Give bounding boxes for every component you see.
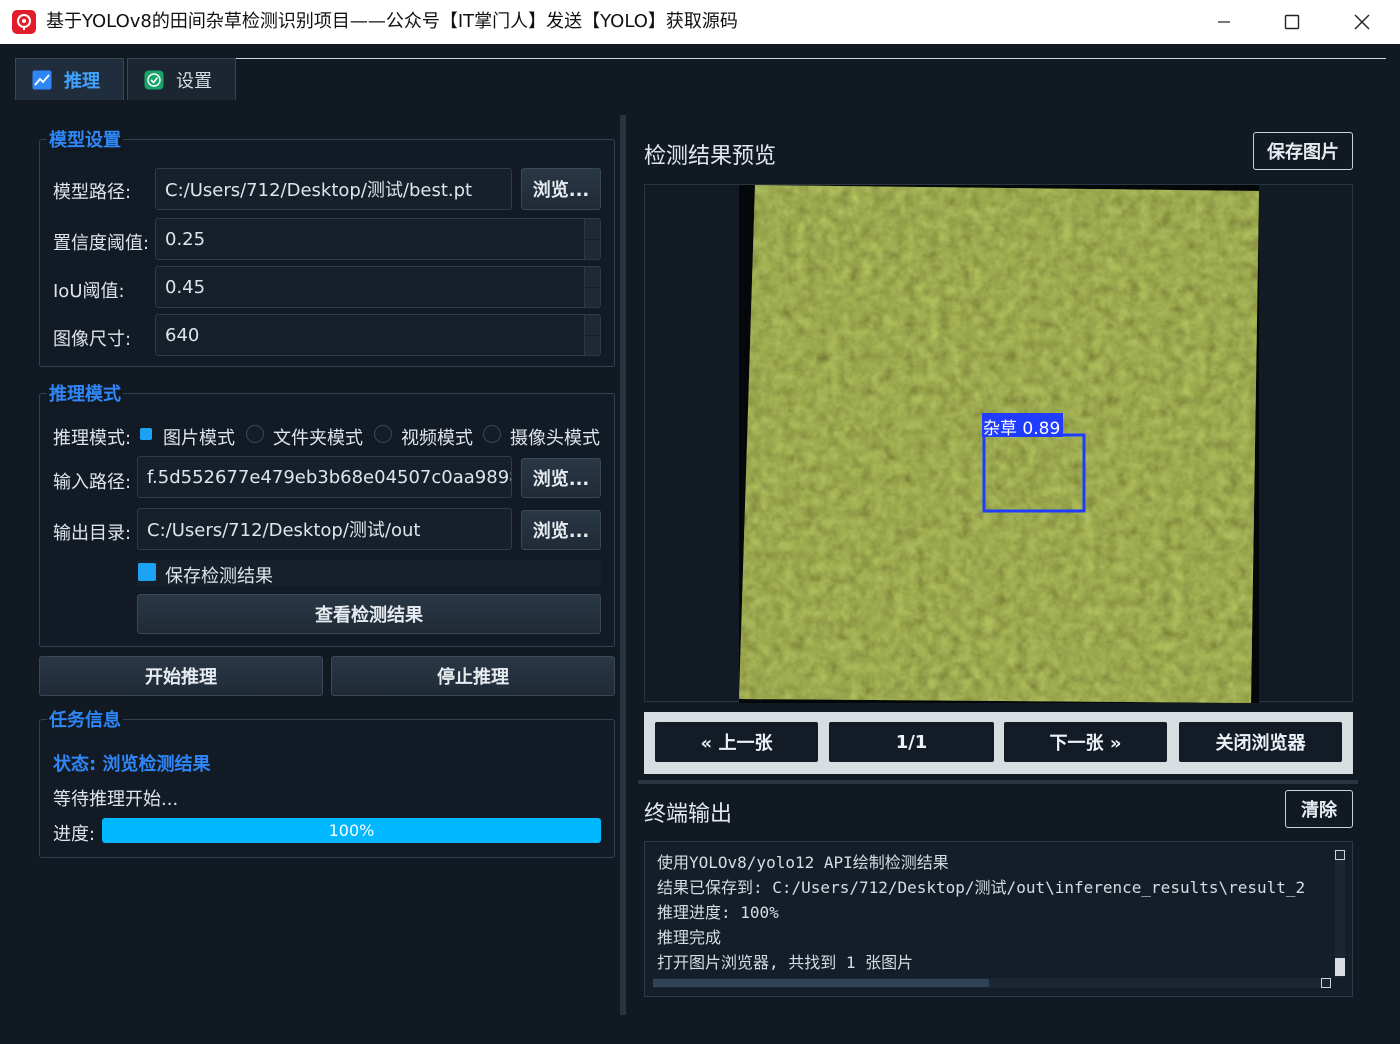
maximize-icon[interactable] (1258, 0, 1326, 44)
check-icon (144, 70, 164, 90)
progress-label: 进度: (53, 824, 96, 845)
radio-folder-mode-label[interactable]: 文件夹模式 (273, 424, 363, 450)
terminal-line: 打开图片浏览器, 共找到 1 张图片 (657, 953, 914, 972)
spin-up-button[interactable] (584, 315, 600, 335)
radio-video-mode[interactable] (374, 425, 392, 443)
close-icon[interactable] (1328, 0, 1396, 44)
stop-inference-button[interactable]: 停止推理 (331, 656, 615, 696)
image-size-label: 图像尺寸: (53, 329, 132, 350)
input-browse-button[interactable]: 浏览... (521, 458, 601, 498)
next-image-button[interactable]: 下一张 » (1004, 722, 1167, 762)
tab-divider (236, 58, 1386, 59)
progress-text: 100% (328, 821, 375, 840)
image-navigator: « 上一张 1/1 下一张 » 关闭浏览器 (644, 712, 1353, 774)
radio-image-mode-label[interactable]: 图片模式 (163, 424, 235, 450)
radio-image-mode[interactable] (140, 428, 152, 440)
spin-up-button[interactable] (584, 267, 600, 287)
radio-camera-mode[interactable] (483, 425, 501, 443)
vertical-scrollbar[interactable] (1335, 850, 1345, 978)
image-size-spinbox[interactable]: 640 (155, 314, 601, 356)
save-results-label[interactable]: 保存检测结果 (165, 562, 273, 588)
status-text: 状态: 浏览检测结果 (53, 754, 211, 775)
spin-down-button[interactable] (584, 240, 600, 259)
terminal-output: 使用YOLOv8/yolo12 API绘制检测结果 结果已保存到: C:/Use… (644, 841, 1353, 997)
h-scrollbar-thumb[interactable] (653, 979, 989, 987)
terminal-title: 终端输出 (644, 802, 733, 827)
model-path-label: 模型路径: (53, 182, 132, 203)
horizontal-scrollbar[interactable] (653, 978, 1331, 988)
detection-label: 杂草 0.89 (983, 419, 1061, 439)
close-browser-button[interactable]: 关闭浏览器 (1179, 722, 1342, 762)
progress-bar: 100% (102, 818, 601, 843)
clear-button[interactable]: 清除 (1285, 790, 1353, 828)
input-path-field[interactable]: f.5d552677e479eb3b68e04507c0aa9898.jpg (137, 456, 512, 498)
terminal-line: 推理完成 (657, 928, 722, 947)
iou-spinbox[interactable]: 0.45 (155, 266, 601, 308)
tab-settings-label: 设置 (176, 70, 212, 92)
preview-area: 杂草 0.89 (644, 184, 1353, 703)
model-settings-title: 模型设置 (47, 126, 123, 152)
terminal-line: 结果已保存到: C:/Users/712/Desktop/测试/out\infe… (657, 878, 1306, 897)
horizontal-splitter[interactable] (638, 780, 1358, 784)
title-bar: 基于YOLOv8的田间杂草检测识别项目——公众号【IT掌门人】发送【YOLO】获… (0, 0, 1400, 44)
image-size-value: 640 (165, 324, 200, 346)
model-browse-button[interactable]: 浏览... (521, 168, 601, 210)
output-browse-button[interactable]: 浏览... (521, 510, 601, 550)
output-dir-label: 输出目录: (53, 523, 132, 544)
scroll-right-arrow[interactable] (1321, 978, 1331, 988)
minimize-icon[interactable] (1190, 0, 1258, 44)
status-message: 等待推理开始... (53, 789, 179, 810)
spin-down-button[interactable] (584, 336, 600, 355)
spin-down-button[interactable] (584, 288, 600, 307)
start-inference-button[interactable]: 开始推理 (39, 656, 323, 696)
scroll-up-arrow[interactable] (1335, 850, 1345, 860)
inference-mode-title: 推理模式 (47, 380, 123, 406)
iou-value: 0.45 (165, 276, 206, 298)
spin-up-button[interactable] (584, 219, 600, 239)
confidence-value: 0.25 (165, 228, 206, 250)
save-results-checkbox[interactable] (138, 563, 156, 581)
output-dir-field[interactable]: C:/Users/712/Desktop/测试/out (137, 508, 512, 550)
tab-settings[interactable]: 设置 (127, 58, 236, 100)
input-path-label: 输入路径: (53, 472, 132, 493)
terminal-line: 使用YOLOv8/yolo12 API绘制检测结果 (657, 853, 949, 872)
confidence-spinbox[interactable]: 0.25 (155, 218, 601, 260)
radio-folder-mode[interactable] (246, 425, 264, 443)
confidence-label: 置信度阈值: (53, 233, 150, 254)
app-logo-icon (12, 10, 36, 34)
scrollbar-thumb[interactable] (1335, 958, 1345, 976)
window-title: 基于YOLOv8的田间杂草检测识别项目——公众号【IT掌门人】发送【YOLO】获… (46, 11, 738, 32)
mode-label: 推理模式: (53, 428, 132, 449)
save-image-button[interactable]: 保存图片 (1253, 132, 1353, 170)
radio-camera-mode-label[interactable]: 摄像头模式 (510, 424, 600, 450)
model-path-field[interactable]: C:/Users/712/Desktop/测试/best.pt (155, 168, 512, 210)
tab-inference-label: 推理 (64, 70, 100, 92)
terminal-line: 推理进度: 100% (657, 903, 779, 922)
radio-video-mode-label[interactable]: 视频模式 (401, 424, 473, 450)
detection-image (739, 185, 1259, 703)
task-info-title: 任务信息 (47, 706, 123, 732)
view-results-button[interactable]: 查看检测结果 (137, 594, 601, 634)
vertical-splitter[interactable] (620, 115, 626, 1015)
preview-title: 检测结果预览 (644, 144, 777, 169)
iou-label: IoU阈值: (53, 281, 125, 302)
chart-icon (32, 70, 52, 90)
image-counter: 1/1 (829, 722, 994, 762)
prev-image-button[interactable]: « 上一张 (655, 722, 818, 762)
tab-inference[interactable]: 推理 (15, 58, 124, 100)
